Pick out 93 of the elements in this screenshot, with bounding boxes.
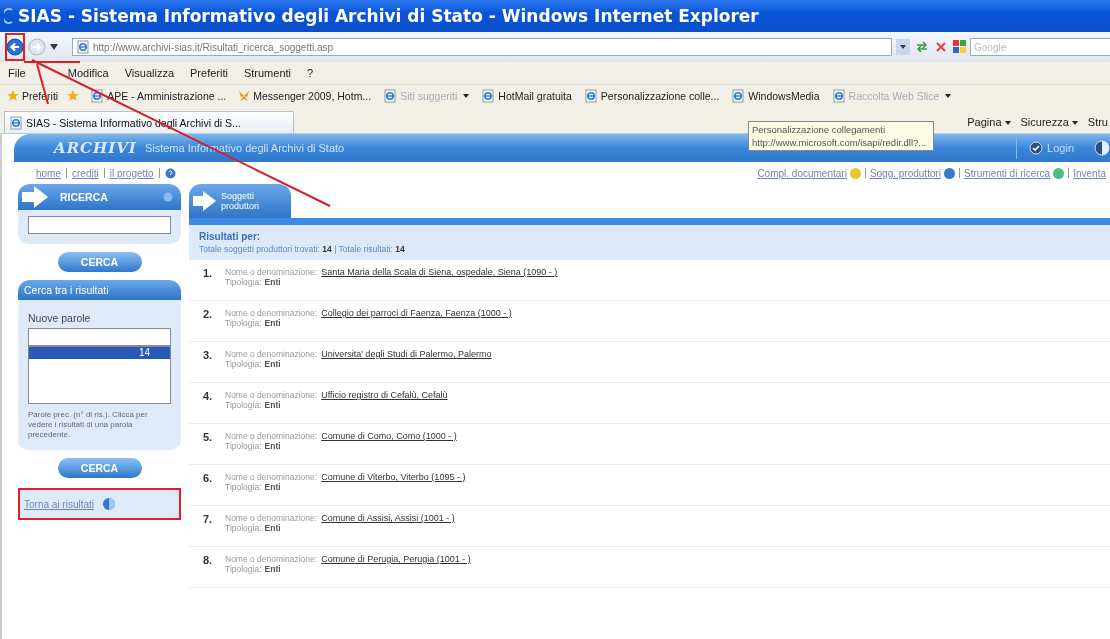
caret-icon[interactable] <box>50 44 58 50</box>
field-value: Enti <box>264 400 281 410</box>
menu-item[interactable]: ? <box>307 67 314 79</box>
check-icon <box>1029 141 1044 155</box>
field-value: Enti <box>264 523 281 533</box>
field-label: Tipologia: <box>225 400 262 410</box>
field-label: Nome o denominazione: <box>225 513 318 523</box>
field-label: Tipologia: <box>225 318 262 328</box>
result-link[interactable]: Comune di Como, Como (1000 - ) <box>321 431 457 441</box>
results-summary: Totale soggetti produttori trovati: 14 | Totale risultati: 14 <box>199 244 406 254</box>
item-number: 2. <box>203 308 214 322</box>
separator-icon <box>1067 168 1071 178</box>
section-link[interactable]: Inventa <box>1073 167 1106 179</box>
field-value: Enti <box>264 564 281 574</box>
field-label: Tipologia: <box>225 359 262 369</box>
field-label: Nome o denominazione: <box>225 267 318 277</box>
hint-text: Parole prec. (n° di ris.). Clicca per vedere i risultati di una parola precedente. <box>28 410 149 440</box>
item-number: 7. <box>203 513 214 527</box>
item-number: 8. <box>203 554 214 568</box>
window-title: SIAS - Sistema Informativo degli Archivi di Stato - Windows Internet Explorer <box>18 6 759 26</box>
result-link[interactable]: Comune di Perugia, Perugia (1001 - ) <box>321 554 471 564</box>
result-link[interactable]: Universita' degli Studi di Palermo, Palermo <box>321 349 492 359</box>
menu-item[interactable]: File <box>8 67 26 79</box>
item-number: 5. <box>203 431 214 445</box>
separator-icon <box>958 168 962 178</box>
favorite-link[interactable]: WindowsMedia <box>728 88 823 104</box>
panel-header: Cerca tra i risultati <box>18 280 181 300</box>
field-label: Nome o denominazione: <box>225 349 318 359</box>
field-value: Enti <box>264 277 281 287</box>
item-number: 4. <box>203 390 214 404</box>
favorite-link[interactable]: HotMail gratuita <box>478 88 575 104</box>
section-link[interactable]: Compl. documentari <box>757 167 847 179</box>
field-label: Nome o denominazione: <box>225 308 318 318</box>
list-option[interactable]: 14 <box>29 347 170 359</box>
butterfly-icon <box>238 90 251 102</box>
field-label: Tipologia: <box>225 277 262 287</box>
field-label: Nome o denominazione: <box>225 431 318 441</box>
result-link[interactable]: Comune di Assisi, Assisi (1001 - ) <box>321 513 455 523</box>
field-label: Nuove parole <box>28 312 92 324</box>
keyword-field[interactable] <box>28 328 171 346</box>
field-label: Tipologia: <box>225 482 262 492</box>
toolbar-button[interactable]: Sicurezza <box>1020 116 1078 128</box>
field-label: Tipologia: <box>225 564 262 574</box>
toolbar-button[interactable]: Stru <box>1087 116 1108 128</box>
nav-link[interactable]: crediti <box>72 167 99 179</box>
field-label: Nome o denominazione: <box>225 472 318 482</box>
tooltip: Personalizzazione collegamenti http://www.microsoft.com/isapi/redir.dll?... <box>748 121 934 151</box>
field-label: Nome o denominazione: <box>225 554 318 564</box>
section-link[interactable]: Sogg. produttori <box>869 167 942 179</box>
field-label: Tipologia: <box>225 441 262 451</box>
separator-icon <box>157 168 161 178</box>
close-icon[interactable] <box>934 40 948 54</box>
arrow-icon <box>193 191 217 211</box>
separator-icon <box>863 168 867 178</box>
field-label: Tipologia: <box>225 523 262 533</box>
back-icon[interactable] <box>6 38 24 56</box>
site-logo: ARCHIVI <box>54 139 137 157</box>
menu-item[interactable]: Modifica <box>67 67 109 79</box>
result-link[interactable]: Santa Maria della Scala di Siena, ospedale, Siena (1090 - ) <box>321 267 558 277</box>
nav-link[interactable]: home <box>36 167 61 179</box>
favorite-link[interactable]: Personalizzazione colle... <box>580 88 723 104</box>
panel-title: RICERCA <box>60 191 108 203</box>
arrow-icon <box>22 186 50 208</box>
field-value: Enti <box>264 318 281 328</box>
star-icon <box>7 90 19 102</box>
menu-item[interactable]: Strumenti <box>243 67 291 79</box>
toolbar-button[interactable]: Pagina <box>967 116 1011 128</box>
results-tab[interactable]: Soggetti produttori <box>189 184 291 218</box>
field-value: Enti <box>264 441 281 451</box>
item-number: 3. <box>203 349 214 363</box>
item-number: 6. <box>203 472 214 486</box>
favorite-link[interactable]: Messenger 2009, Hotm... <box>235 89 375 103</box>
separator-icon <box>102 168 106 178</box>
search-field[interactable]: Google <box>970 38 1110 56</box>
search-engine-icon <box>952 39 968 55</box>
result-link[interactable]: Comune di Viterbo, Viterbo (1095 - ) <box>321 472 466 482</box>
field-value: Enti <box>264 482 281 492</box>
nav-link[interactable]: il progetto <box>109 167 154 179</box>
dropdown-icon[interactable] <box>896 39 910 55</box>
results-heading: Risultati per: <box>199 231 262 242</box>
list-box[interactable]: 14 <box>28 346 171 404</box>
field-value: Enti <box>264 359 281 369</box>
address-field[interactable]: http://www.archivi-sias.it/Risultati_ricerca_soggetti.asp <box>72 38 892 56</box>
result-link[interactable]: Ufficio registro di Cefalù, Cefalù <box>321 390 448 400</box>
highlight-frame <box>5 33 25 61</box>
result-link[interactable]: Collegio dei parroci di Faenza, Faenza (1000 - ) <box>321 308 512 318</box>
search-field[interactable] <box>28 216 171 234</box>
field-label: Nome o denominazione: <box>225 390 318 400</box>
item-number: 1. <box>203 267 214 281</box>
menu-item[interactable]: Visualizza <box>124 67 175 79</box>
separator-icon <box>65 168 68 178</box>
menu-item[interactable]: Preferiti <box>190 67 228 79</box>
section-link[interactable]: Strumenti di ricerca <box>964 167 1051 179</box>
